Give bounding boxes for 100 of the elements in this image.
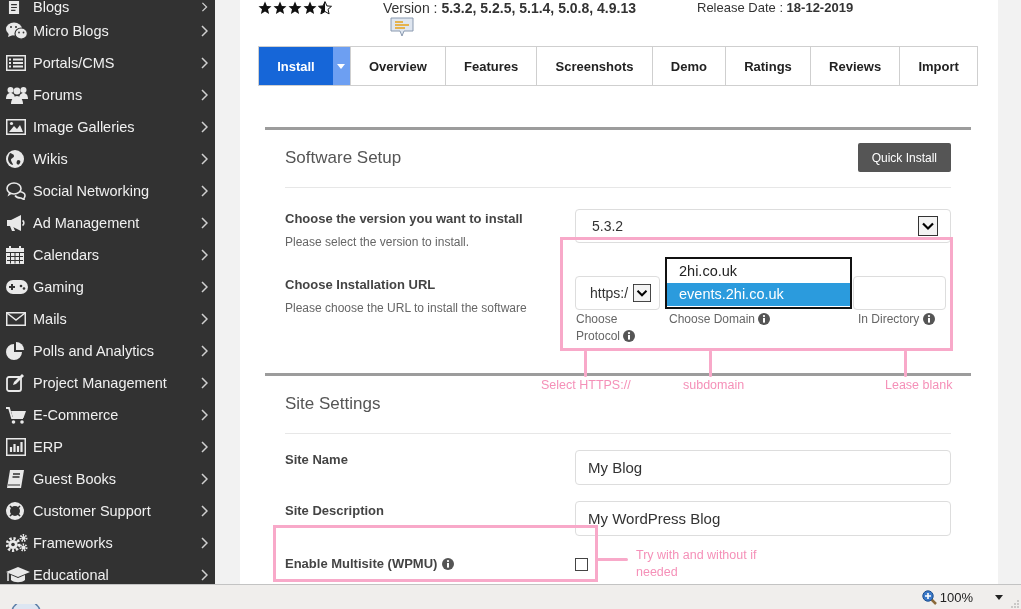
sidebar-item[interactable]: Micro Blogs bbox=[0, 15, 215, 47]
annotation-label: Select HTTPS:// bbox=[541, 377, 631, 394]
chevron-right-icon bbox=[201, 185, 208, 197]
globe-icon bbox=[6, 150, 24, 168]
chevron-right-icon bbox=[201, 121, 208, 133]
caret-down-icon[interactable] bbox=[995, 595, 1003, 600]
directory-input[interactable] bbox=[853, 276, 946, 310]
sidebar-item[interactable]: Gaming bbox=[0, 271, 215, 303]
quick-install-button[interactable]: Quick Install bbox=[857, 143, 951, 172]
star-icon bbox=[273, 1, 287, 15]
chevron-right-icon bbox=[201, 569, 208, 581]
calendar-icon bbox=[6, 246, 24, 264]
leader-line bbox=[584, 350, 587, 377]
edit-icon bbox=[6, 374, 24, 392]
annotation-label: Lease blank bbox=[885, 377, 953, 394]
sidebar-item[interactable]: Guest Books bbox=[0, 463, 215, 495]
sidebar-item[interactable]: Portals/CMS bbox=[0, 47, 215, 79]
sidebar-item[interactable]: Mails bbox=[0, 303, 215, 335]
version-text: Version : 5.3.2, 5.2.5, 5.1.4, 5.0.8, 4.9.13 bbox=[383, 0, 636, 16]
chat-bubbles-icon bbox=[6, 22, 28, 40]
field-label: Choose the version you want to install bbox=[285, 210, 524, 228]
caret-down-icon bbox=[337, 63, 346, 69]
sidebar-item[interactable]: Frameworks bbox=[0, 527, 215, 559]
field-caption: Choose Protocol bbox=[576, 312, 621, 343]
field-caption: In Directory bbox=[858, 312, 920, 326]
release-date-text: Release Date : 18-12-2019 bbox=[697, 0, 854, 16]
megaphone-icon bbox=[6, 215, 26, 231]
zoom-level[interactable]: 100% bbox=[939, 589, 973, 606]
sidebar-item[interactable]: Polls and Analytics bbox=[0, 335, 215, 367]
field-label: Enable Multisite (WPMU) bbox=[285, 555, 438, 573]
lifebuoy-icon bbox=[6, 502, 24, 520]
text-input[interactable]: My Blog bbox=[575, 450, 951, 485]
dropdown-list[interactable]: 2hi.co.uk events.2hi.co.uk bbox=[665, 257, 852, 309]
chevron-right-icon bbox=[201, 345, 208, 357]
leader-line bbox=[709, 350, 712, 377]
sidebar-item[interactable]: E-Commerce bbox=[0, 399, 215, 431]
chevron-right-icon bbox=[201, 57, 208, 69]
sidebar-item[interactable]: ERP bbox=[0, 431, 215, 463]
annotation-label: Try with and without if needed bbox=[636, 547, 758, 581]
sidebar-item[interactable]: Project Management bbox=[0, 367, 215, 399]
pie-chart-icon bbox=[6, 342, 24, 360]
leader-line bbox=[904, 350, 907, 377]
star-icon bbox=[303, 1, 317, 15]
info-icon[interactable] bbox=[758, 313, 771, 325]
chevron-right-icon bbox=[201, 505, 208, 517]
star-icon bbox=[258, 1, 272, 15]
sidebar-item[interactable]: Educational bbox=[0, 559, 215, 584]
chevron-right-icon bbox=[201, 25, 208, 37]
chevron-right-icon bbox=[201, 153, 208, 165]
gears-icon bbox=[6, 534, 28, 552]
text-input[interactable]: My WordPress Blog bbox=[575, 501, 951, 536]
chevron-right-icon bbox=[201, 217, 208, 229]
speech-bubbles-icon bbox=[6, 182, 26, 200]
bar-chart-icon bbox=[6, 438, 26, 456]
field-hint: Please select the version to install. bbox=[285, 234, 471, 251]
field-hint: Please choose the URL to install the software bbox=[285, 300, 528, 317]
book-icon bbox=[6, 470, 24, 488]
tab[interactable]: Install bbox=[259, 47, 333, 85]
sidebar-item[interactable]: Forums bbox=[0, 79, 215, 111]
section-title: Site Settings bbox=[285, 392, 381, 415]
envelope-icon bbox=[6, 312, 26, 326]
people-icon bbox=[6, 86, 28, 104]
field-caption: Choose Domain bbox=[669, 312, 756, 326]
protocol-select[interactable]: https:/ bbox=[575, 276, 660, 310]
image-icon bbox=[6, 119, 26, 135]
chevron-right-icon bbox=[201, 2, 208, 12]
sidebar-item[interactable]: Image Galleries bbox=[0, 111, 215, 143]
leader-line bbox=[597, 558, 628, 561]
resize-grip-icon bbox=[1011, 600, 1019, 608]
sidebar-item[interactable]: Blogs bbox=[0, 0, 215, 15]
section-title: Software Setup bbox=[285, 146, 402, 169]
chevron-right-icon bbox=[201, 249, 208, 261]
sidebar-item[interactable]: Ad Management bbox=[0, 207, 215, 239]
field-label: Site Description bbox=[285, 502, 384, 520]
field-label: Choose Installation URL bbox=[285, 276, 437, 294]
chevron-right-icon bbox=[201, 473, 208, 485]
graduation-cap-icon bbox=[6, 567, 30, 583]
chevron-right-icon bbox=[201, 537, 208, 549]
annotation-label: subdomain bbox=[683, 377, 745, 394]
dropdown-option[interactable]: 2hi.co.uk bbox=[667, 260, 850, 283]
star-icon bbox=[288, 1, 302, 15]
chevron-right-icon bbox=[201, 441, 208, 453]
sidebar-item[interactable]: Customer Support bbox=[0, 495, 215, 527]
info-icon[interactable] bbox=[623, 330, 636, 342]
chevron-right-icon bbox=[201, 313, 208, 325]
zoom-in-icon[interactable] bbox=[921, 590, 937, 605]
list-icon bbox=[6, 55, 26, 71]
chevron-right-icon bbox=[201, 409, 208, 421]
sidebar-item[interactable]: Calendars bbox=[0, 239, 215, 271]
gamepad-icon bbox=[6, 280, 28, 294]
chevron-right-icon bbox=[201, 281, 208, 293]
chevron-right-icon bbox=[201, 377, 208, 389]
info-icon[interactable] bbox=[922, 313, 935, 325]
cart-icon bbox=[6, 406, 26, 424]
info-icon[interactable] bbox=[442, 558, 455, 570]
chevron-down-icon bbox=[633, 284, 651, 302]
sidebar-item[interactable]: Wikis bbox=[0, 143, 215, 175]
sidebar-item[interactable]: Social Networking bbox=[0, 175, 215, 207]
checkbox[interactable] bbox=[575, 557, 588, 571]
chevron-right-icon bbox=[201, 89, 208, 101]
